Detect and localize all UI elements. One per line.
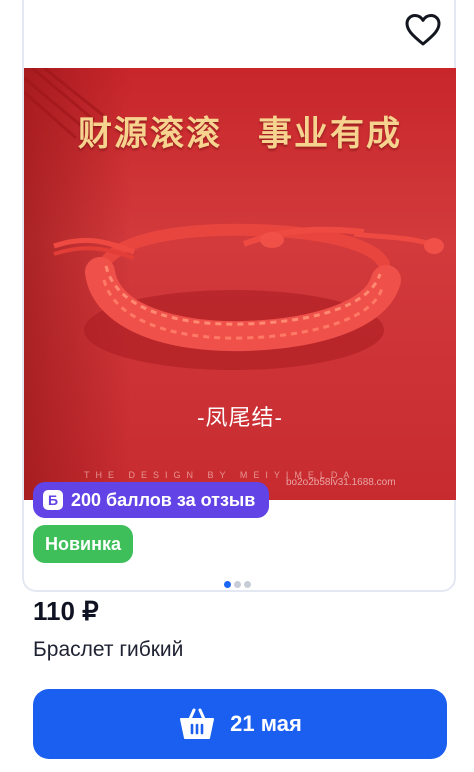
favorite-button[interactable] [400, 8, 446, 52]
delivery-date-button[interactable]: 21 мая [33, 689, 447, 759]
product-image[interactable]: 财源滚滚 事业有成 -凤尾结- THE DESIGN BY MEIYIMELDA… [24, 68, 456, 500]
product-price: 110 ₽ [33, 596, 99, 626]
image-banner-text: 财源滚滚 事业有成 [78, 114, 402, 154]
points-icon: Б [43, 490, 63, 510]
heart-icon [405, 14, 441, 46]
basket-icon [180, 708, 215, 739]
gallery-dot[interactable] [234, 581, 241, 588]
delivery-date-label: 21 мая [230, 711, 302, 736]
points-badge: Б 200 баллов за отзыв [33, 482, 270, 518]
points-badge-label: 200 баллов за отзыв [71, 489, 256, 510]
gallery-dot[interactable] [244, 581, 251, 588]
gallery-pagination [224, 581, 251, 588]
image-knot-label: -凤尾结- [197, 406, 283, 431]
new-badge: Новинка [33, 525, 134, 563]
new-badge-label: Новинка [45, 533, 122, 554]
product-title[interactable]: Браслет гибкий [33, 638, 183, 662]
image-watermark-url: bo2o2b58lv31.1688.com [286, 477, 396, 488]
gallery-dot-active[interactable] [224, 581, 231, 588]
